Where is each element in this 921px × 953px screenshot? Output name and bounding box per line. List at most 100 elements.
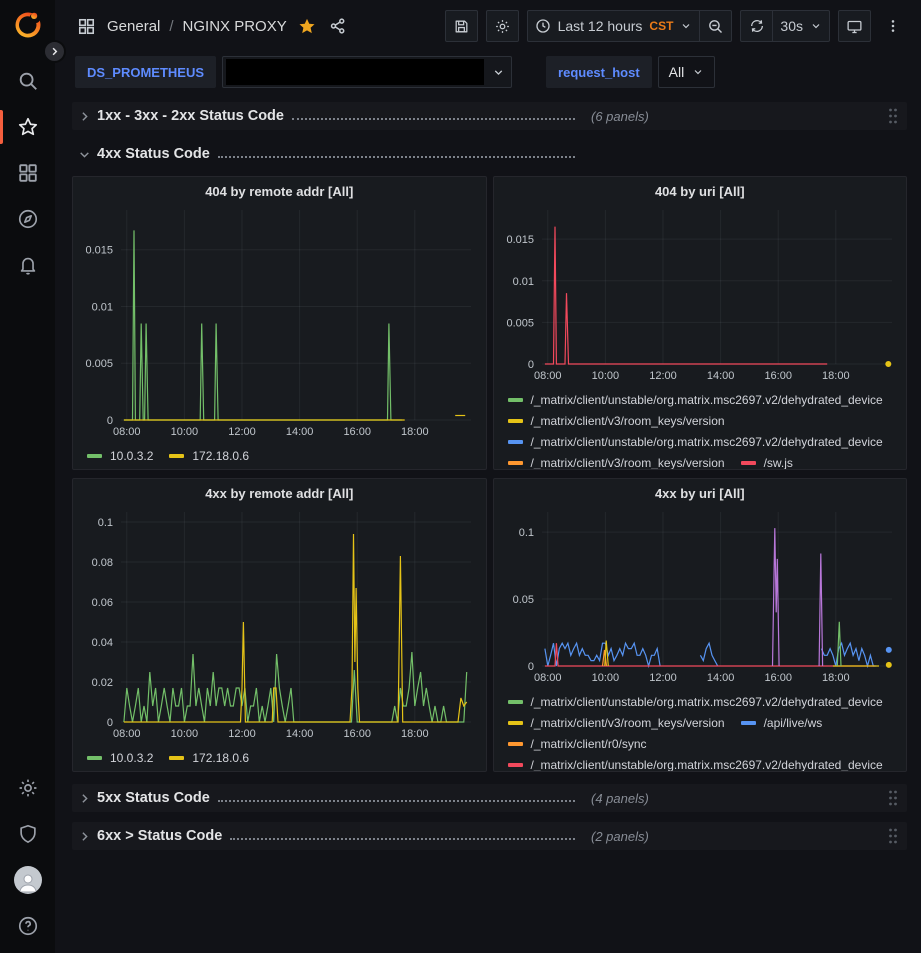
share-icon[interactable]: [327, 15, 349, 37]
sidebar-expand-button[interactable]: [43, 40, 66, 63]
breadcrumb-section[interactable]: General: [107, 18, 160, 35]
sidebar-item-dashboards[interactable]: [0, 150, 55, 196]
panel-title[interactable]: 4xx by uri [All]: [496, 479, 905, 504]
legend-swatch: [508, 398, 523, 402]
timeseries-plot[interactable]: 08:0010:0012:0014:0016:0018:0000.0050.01…: [496, 202, 906, 384]
legend-label: /_matrix/client/unstable/org.matrix.msc2…: [531, 393, 883, 407]
timeseries-plot[interactable]: 08:0010:0012:0014:0016:0018:0000.050.1: [496, 504, 906, 686]
grafana-logo[interactable]: [13, 10, 43, 40]
svg-text:10:00: 10:00: [171, 426, 199, 438]
legend-label: /_matrix/client/unstable/org.matrix.msc2…: [531, 435, 883, 449]
datasource-dropdown[interactable]: [222, 56, 512, 88]
legend-item[interactable]: /_matrix/client/v3/room_keys/version: [508, 712, 725, 733]
dashboard-body: 1xx - 3xx - 2xx Status Code (6 panels) 4…: [55, 92, 921, 850]
legend-item[interactable]: 10.0.3.2: [87, 445, 153, 466]
save-dashboard-button[interactable]: [445, 10, 478, 42]
legend-label: /api/live/ws: [764, 716, 823, 730]
row-header-4xx[interactable]: 4xx Status Code: [72, 140, 907, 168]
datasource-label[interactable]: DS_PROMETHEUS: [75, 56, 216, 88]
row-header-1xx-3xx-2xx[interactable]: 1xx - 3xx - 2xx Status Code (6 panels): [72, 102, 907, 130]
legend-item[interactable]: /sw.js: [741, 452, 793, 469]
svg-text:0.015: 0.015: [85, 245, 113, 257]
more-options-button[interactable]: [879, 13, 907, 39]
favorite-star-icon[interactable]: [296, 15, 318, 37]
row-leader-dots: [218, 800, 575, 802]
time-range-label: Last 12 hours: [558, 18, 643, 34]
alerting-bell-icon: [17, 254, 39, 276]
legend-swatch: [508, 461, 523, 465]
legend-item[interactable]: /_matrix/client/unstable/org.matrix.msc2…: [508, 691, 883, 712]
tv-mode-button[interactable]: [838, 10, 871, 42]
svg-text:08:00: 08:00: [533, 672, 561, 684]
legend-item[interactable]: /_matrix/client/unstable/org.matrix.msc2…: [508, 754, 883, 771]
timeseries-plot[interactable]: 08:0010:0012:0014:0016:0018:0000.0050.01…: [75, 202, 485, 440]
legend-item[interactable]: /api/live/ws: [741, 712, 823, 733]
legend-item[interactable]: /_matrix/client/unstable/org.matrix.msc2…: [508, 389, 883, 410]
sidebar-item-server-admin[interactable]: [0, 811, 55, 857]
breadcrumb: General / NGINX PROXY: [75, 15, 349, 38]
legend-swatch: [169, 454, 184, 458]
row-header-5xx[interactable]: 5xx Status Code (4 panels): [72, 784, 907, 812]
svg-text:16:00: 16:00: [764, 370, 792, 382]
zoom-out-icon: [707, 18, 724, 35]
sidebar-item-explore[interactable]: [0, 196, 55, 242]
row-drag-handle[interactable]: [887, 789, 899, 812]
row-panel-count: (2 panels): [591, 829, 649, 844]
row-title: 5xx Status Code: [97, 790, 210, 806]
row-header-6xx[interactable]: 6xx > Status Code (2 panels): [72, 822, 907, 850]
legend-swatch: [87, 756, 102, 760]
legend-swatch: [741, 461, 756, 465]
panel-title[interactable]: 404 by remote addr [All]: [75, 177, 484, 202]
svg-text:0.005: 0.005: [506, 317, 534, 329]
sidebar-item-starred[interactable]: [0, 104, 55, 150]
row-drag-handle[interactable]: [887, 107, 899, 130]
explore-compass-icon: [17, 208, 39, 230]
row-leader-dots: [292, 118, 575, 120]
svg-text:0: 0: [527, 661, 533, 673]
variable-value-dropdown[interactable]: All: [658, 56, 716, 88]
refresh-interval-picker[interactable]: 30s: [772, 10, 830, 42]
row-leader-dots: [218, 156, 575, 158]
sidebar-item-help[interactable]: [0, 903, 55, 949]
sidebar-item-search[interactable]: [0, 58, 55, 104]
svg-text:12:00: 12:00: [228, 728, 256, 740]
svg-text:0.1: 0.1: [518, 527, 533, 539]
sidebar: [0, 0, 55, 953]
legend-swatch: [508, 700, 523, 704]
zoom-out-time-button[interactable]: [699, 10, 732, 42]
legend-swatch: [87, 454, 102, 458]
panel-4xx-by-uri: 4xx by uri [All] 08:0010:0012:0014:0016:…: [493, 478, 908, 772]
refresh-button[interactable]: [740, 10, 772, 42]
legend-item[interactable]: /_matrix/client/unstable/org.matrix.msc2…: [508, 431, 883, 452]
legend-swatch: [508, 440, 523, 444]
svg-text:0.06: 0.06: [92, 597, 113, 609]
panel-title[interactable]: 404 by uri [All]: [496, 177, 905, 202]
panel-legend: /_matrix/client/unstable/org.matrix.msc2…: [496, 389, 905, 469]
legend-item[interactable]: /_matrix/client/r0/sync: [508, 733, 647, 754]
svg-text:12:00: 12:00: [649, 672, 677, 684]
svg-text:0.005: 0.005: [85, 358, 113, 370]
time-range-picker[interactable]: Last 12 hours CST: [527, 10, 700, 42]
panel-legend: 10.0.3.2 172.18.0.6: [75, 747, 484, 768]
panel-title[interactable]: 4xx by remote addr [All]: [75, 479, 484, 504]
svg-text:0: 0: [527, 359, 533, 371]
dashboard-settings-button[interactable]: [486, 10, 519, 42]
timeseries-plot[interactable]: 08:0010:0012:0014:0016:0018:0000.020.040…: [75, 504, 485, 742]
legend-item[interactable]: /_matrix/client/v3/room_keys/version: [508, 452, 725, 469]
legend-item[interactable]: 10.0.3.2: [87, 747, 153, 768]
svg-text:08:00: 08:00: [113, 728, 141, 740]
svg-text:0: 0: [107, 717, 113, 729]
legend-item[interactable]: 172.18.0.6: [169, 445, 249, 466]
sidebar-item-configuration[interactable]: [0, 765, 55, 811]
breadcrumb-dashboard-title[interactable]: NGINX PROXY: [183, 18, 287, 35]
dashboard-toolbar: Last 12 hours CST 30s: [445, 10, 907, 42]
svg-text:18:00: 18:00: [822, 370, 850, 382]
row-leader-dots: [230, 838, 575, 840]
sidebar-item-alerting[interactable]: [0, 242, 55, 288]
sidebar-item-profile[interactable]: [0, 857, 55, 903]
row-drag-handle[interactable]: [887, 827, 899, 850]
legend-swatch: [508, 763, 523, 767]
panel-404-by-remote-addr: 404 by remote addr [All] 08:0010:0012:00…: [72, 176, 487, 470]
legend-item[interactable]: /_matrix/client/v3/room_keys/version: [508, 410, 725, 431]
legend-item[interactable]: 172.18.0.6: [169, 747, 249, 768]
